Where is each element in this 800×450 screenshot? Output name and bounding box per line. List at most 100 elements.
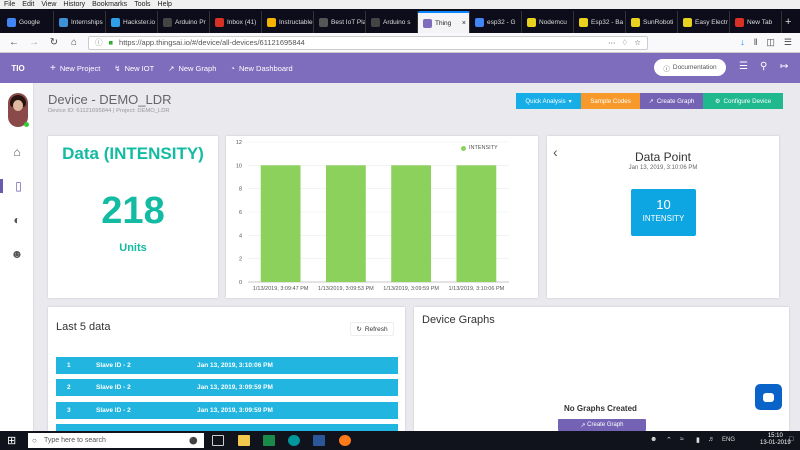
legend-swatch bbox=[461, 145, 466, 151]
menu-file[interactable]: File bbox=[4, 1, 15, 8]
nav-new-graph[interactable]: ↗ New Graph bbox=[168, 64, 216, 73]
sidebar-devices-icon[interactable]: ▯ bbox=[0, 179, 34, 193]
new-tab-icon[interactable]: + bbox=[782, 11, 796, 33]
forward-icon[interactable]: → bbox=[28, 37, 40, 48]
row-index: 1 bbox=[67, 362, 71, 369]
pocket-icon[interactable]: ♢ bbox=[622, 38, 629, 47]
app-logo[interactable]: TIO bbox=[0, 64, 36, 73]
chat-widget-button[interactable] bbox=[755, 384, 782, 410]
address-bar[interactable]: ⓘ ■ https://app.thingsai.io/#/device/all… bbox=[88, 35, 648, 50]
firefox-icon[interactable] bbox=[339, 435, 351, 446]
browser-tab[interactable]: Instructable bbox=[262, 11, 314, 33]
device-create-graph-button[interactable]: ↗ Create Graph bbox=[558, 419, 646, 431]
browser-tab[interactable]: New Tab bbox=[730, 11, 782, 33]
reload-icon[interactable]: ↻ bbox=[48, 37, 60, 48]
list-item[interactable]: 1 Slave ID - 2 Jan 13, 2019, 3:10:06 PM bbox=[56, 357, 398, 374]
windows-start-icon[interactable]: ⊞ bbox=[7, 434, 16, 447]
browser-tab[interactable]: Google bbox=[2, 11, 54, 33]
browser-tab[interactable]: Inbox (41) bbox=[210, 11, 262, 33]
wifi-icon[interactable]: ≈ bbox=[680, 436, 684, 443]
browser-tab[interactable]: Easy Electr bbox=[678, 11, 730, 33]
row-time: Jan 13, 2019, 3:09:59 PM bbox=[197, 407, 273, 414]
file-explorer-icon[interactable] bbox=[238, 435, 250, 446]
tray-chevron-icon[interactable]: ⌃ bbox=[666, 436, 672, 444]
create-graph-button[interactable]: ↗ Create Graph bbox=[640, 93, 703, 109]
favicon-icon bbox=[423, 18, 432, 28]
plus-icon: + bbox=[50, 62, 56, 74]
favicon-icon bbox=[163, 17, 172, 27]
menu-history[interactable]: History bbox=[63, 1, 85, 8]
sample-codes-button[interactable]: Sample Codes bbox=[581, 93, 640, 109]
volume-icon[interactable]: ♬ bbox=[708, 436, 715, 443]
people-icon[interactable]: ☻ bbox=[650, 436, 657, 443]
page-actions-icon[interactable]: ⋯ bbox=[608, 38, 616, 47]
list-item[interactable] bbox=[56, 424, 398, 431]
sidebar-gauge-icon[interactable]: ◐ bbox=[0, 213, 34, 227]
hamburger-menu-icon[interactable]: ☰ bbox=[784, 37, 792, 48]
browser-tab-label: New Tab bbox=[747, 18, 773, 26]
logout-icon[interactable]: ↦ bbox=[780, 61, 788, 72]
nav-new-iot[interactable]: ↯ New IOT bbox=[114, 64, 154, 73]
word-icon[interactable] bbox=[313, 435, 325, 446]
browser-tab-label: Instructable bbox=[279, 18, 313, 26]
language-indicator[interactable]: ENG bbox=[722, 437, 735, 443]
graph-icon: ↗ bbox=[168, 63, 175, 73]
sidebar-home-icon[interactable]: ⌂ bbox=[0, 145, 34, 159]
home-icon[interactable]: ⌂ bbox=[68, 37, 80, 48]
data-point-card: ‹ Data Point Jan 13, 2019, 3:10:06 PM 10… bbox=[547, 136, 779, 298]
favicon-icon bbox=[631, 17, 640, 27]
browser-tab[interactable]: Esp32 - Ba bbox=[574, 11, 626, 33]
browser-toolbar: ← → ↻ ⌂ ⓘ ■ https://app.thingsai.io/#/de… bbox=[0, 33, 800, 53]
bookmark-star-icon[interactable]: ☆ bbox=[634, 38, 641, 47]
menu-icon[interactable]: ☰ bbox=[739, 61, 748, 72]
nav-new-dashboard[interactable]: ◔ New Dashboard bbox=[230, 64, 292, 73]
refresh-button[interactable]: ↻ Refresh bbox=[350, 322, 394, 336]
browser-tab[interactable]: Arduino Pr bbox=[158, 11, 210, 33]
browser-menubar: File Edit View History Bookmarks Tools H… bbox=[0, 0, 800, 9]
library-icon[interactable]: ‖ bbox=[754, 37, 758, 48]
search-icon[interactable]: ⚲ bbox=[760, 61, 767, 72]
menu-edit[interactable]: Edit bbox=[22, 1, 34, 8]
battery-icon[interactable]: ▮ bbox=[696, 436, 700, 444]
quick-analysis-button[interactable]: Quick Analysis ▾ bbox=[516, 93, 581, 109]
documentation-button[interactable]: ⓘ Documentation bbox=[654, 59, 726, 76]
data-point-date: Jan 13, 2019, 3:10:06 PM bbox=[628, 165, 698, 171]
info-icon[interactable]: ⓘ bbox=[95, 37, 103, 48]
taskbar-search-box[interactable]: ○ Type here to search ⚫ bbox=[28, 433, 204, 448]
browser-tab[interactable]: Nodemcu bbox=[522, 11, 574, 33]
menu-help[interactable]: Help bbox=[158, 1, 172, 8]
row-time: Jan 13, 2019, 3:10:06 PM bbox=[197, 362, 273, 369]
configure-device-button[interactable]: ⚙ Configure Device bbox=[703, 93, 783, 109]
browser-tab[interactable]: Internships bbox=[54, 11, 106, 33]
browser-tab[interactable]: Hackster.io bbox=[106, 11, 158, 33]
sidebar-toggle-icon[interactable]: ◫ bbox=[766, 37, 775, 48]
back-icon[interactable]: ← bbox=[8, 37, 20, 48]
system-clock[interactable]: 15:10 13-01-2019 bbox=[760, 433, 791, 447]
browser-tab[interactable]: SunRoboti bbox=[626, 11, 678, 33]
task-view-icon[interactable] bbox=[212, 435, 224, 446]
menu-bookmarks[interactable]: Bookmarks bbox=[92, 1, 127, 8]
data-point-title: Data Point bbox=[634, 150, 692, 164]
device-graphs-title: Device Graphs bbox=[422, 314, 495, 326]
browser-tab[interactable]: Thing × bbox=[418, 11, 470, 33]
sidebar-user-icon[interactable]: ☻ bbox=[0, 247, 34, 261]
store-icon[interactable] bbox=[263, 435, 275, 446]
browser-tab[interactable]: Arduino s bbox=[366, 11, 418, 33]
nav-new-project[interactable]: + New Project bbox=[50, 63, 100, 74]
menu-view[interactable]: View bbox=[41, 1, 56, 8]
favicon-icon bbox=[683, 17, 692, 27]
browser-tab[interactable]: esp32 - G bbox=[470, 11, 522, 33]
browser-tab-label: esp32 - G bbox=[487, 18, 516, 26]
browser-tab[interactable]: Best IoT Platfo bbox=[314, 11, 366, 33]
download-icon[interactable]: ↓ bbox=[740, 37, 745, 48]
chart-legend[interactable]: INTENSITY bbox=[461, 145, 498, 151]
nav-new-project-label: New Project bbox=[59, 63, 101, 73]
notification-icon[interactable]: □ bbox=[789, 436, 793, 443]
arduino-icon[interactable] bbox=[288, 435, 300, 446]
close-tab-icon[interactable]: × bbox=[462, 20, 466, 27]
list-item[interactable]: 2 Slave ID - 2 Jan 13, 2019, 3:09:59 PM bbox=[56, 379, 398, 396]
menu-tools[interactable]: Tools bbox=[134, 1, 150, 8]
list-item[interactable]: 3 Slave ID - 2 Jan 13, 2019, 3:09:59 PM bbox=[56, 402, 398, 419]
microphone-icon[interactable]: ⚫ bbox=[189, 437, 198, 445]
favicon-icon bbox=[527, 17, 536, 27]
